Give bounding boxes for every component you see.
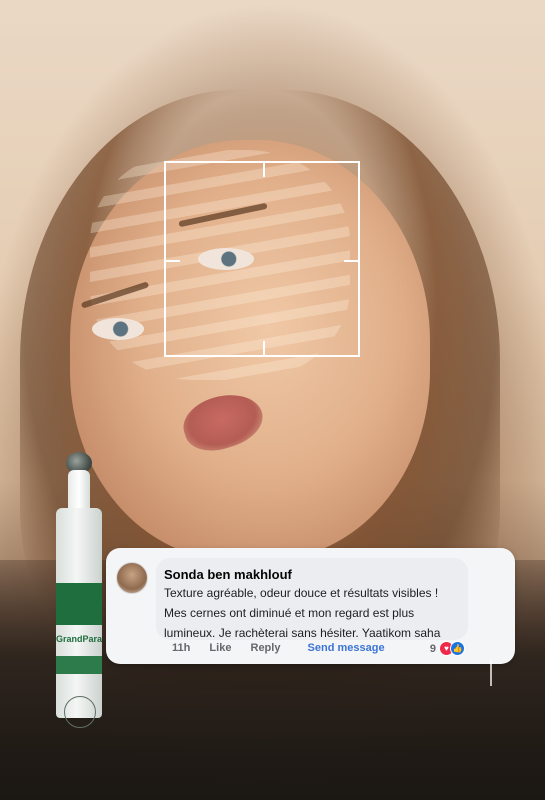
comment-card: Sonda ben makhlouf Texture agréable, ode… bbox=[106, 548, 515, 664]
avatar[interactable] bbox=[116, 562, 148, 594]
focus-tick-top bbox=[263, 163, 265, 177]
tube-body: GrandPara bbox=[56, 508, 102, 728]
send-message-button[interactable]: Send message bbox=[308, 642, 385, 654]
tube-band bbox=[56, 583, 102, 625]
reaction-count: 9 bbox=[429, 642, 436, 655]
product-label-band bbox=[56, 656, 102, 674]
eye-left bbox=[92, 318, 144, 340]
text-cursor bbox=[490, 660, 492, 686]
comment-author[interactable]: Sonda ben makhlouf bbox=[164, 567, 292, 582]
focus-tick-left bbox=[166, 260, 180, 262]
reactions-summary[interactable]: 9 ♥ 👍 bbox=[430, 641, 465, 656]
focus-tick-bottom bbox=[263, 341, 265, 355]
like-button[interactable]: Like bbox=[209, 642, 231, 654]
roller-neck bbox=[68, 470, 90, 510]
focus-frame bbox=[164, 161, 360, 357]
comment-line: lumineux. Je rachèterai sans hésiter. Ya… bbox=[164, 626, 441, 640]
comment-line: Mes cernes ont diminué et mon regard est… bbox=[164, 606, 415, 620]
reply-button[interactable]: Reply bbox=[251, 642, 281, 654]
product-roller-tube: GrandPara bbox=[56, 452, 102, 728]
comment-text: Texture agréable, odeur douce et résulta… bbox=[164, 583, 484, 643]
comment-actions: 11h Like Reply Send message bbox=[172, 642, 401, 654]
product-brand: GrandPara bbox=[56, 634, 102, 644]
comment-line: Texture agréable, odeur douce et résulta… bbox=[164, 586, 439, 600]
like-icon: 👍 bbox=[450, 641, 465, 656]
product-seal bbox=[64, 696, 96, 728]
focus-tick-right bbox=[344, 260, 358, 262]
comment-time: 11h bbox=[172, 642, 191, 654]
